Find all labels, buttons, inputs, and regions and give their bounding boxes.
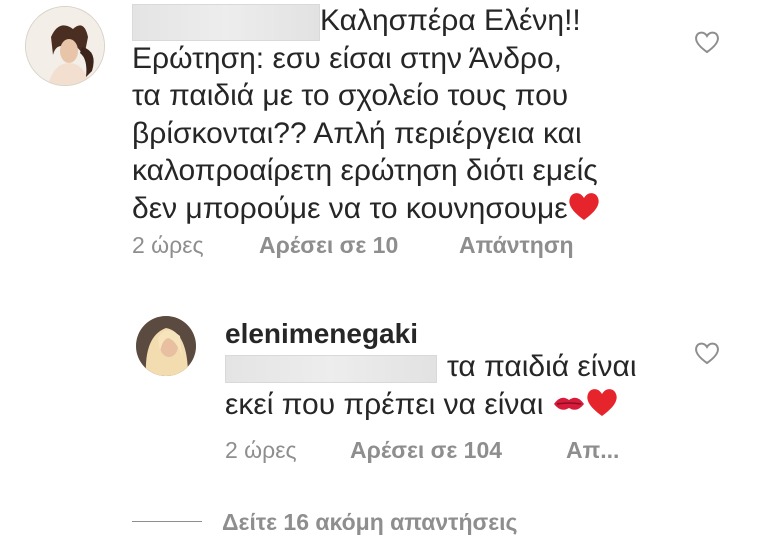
avatar-photo-icon bbox=[136, 316, 196, 376]
comment-text-line-6-text: δεν μπορούμε να το κουνησουμε bbox=[132, 192, 568, 225]
reply-text-line-1: τα παιδιά είναι bbox=[447, 350, 637, 383]
comment-text-line-2: Ερώτηση: εσυ είσαι στην Άνδρο, bbox=[132, 42, 563, 75]
like-heart-icon[interactable] bbox=[694, 341, 720, 365]
red-heart-emoji bbox=[587, 389, 617, 416]
view-more-replies-button[interactable]: Δείτε 16 ακόμη απαντήσεις bbox=[222, 509, 518, 536]
view-replies-divider bbox=[132, 521, 202, 522]
reply-button[interactable]: Απάντηση bbox=[459, 232, 574, 259]
reply-author-username[interactable]: elenimenegaki bbox=[225, 318, 418, 350]
comment-text-line-5: καλοπροαίρετη ερώτηση διότι εμείς bbox=[132, 154, 598, 187]
reply-author-avatar[interactable] bbox=[136, 316, 196, 376]
comment-time: 2 ώρες bbox=[132, 232, 204, 258]
reply-time: 2 ώρες bbox=[225, 437, 297, 463]
reply-likes-count-link[interactable]: Αρέσει σε 104 bbox=[350, 437, 502, 464]
comment-text-line-1: Καλησπέρα Ελένη!! bbox=[320, 4, 581, 37]
reply-text-line-2: εκεί που πρέπει να είναι bbox=[225, 386, 618, 424]
likes-count-link[interactable]: Αρέσει σε 10 bbox=[259, 232, 398, 259]
reply-text-line-2-text: εκεί που πρέπει να είναι bbox=[225, 388, 544, 421]
commenter-avatar[interactable] bbox=[25, 6, 105, 86]
red-heart-emoji bbox=[568, 193, 599, 220]
comment-text-line-4: βρίσκονται?? Απλή περιέργεια και bbox=[132, 117, 582, 150]
kiss-mark-emoji bbox=[553, 397, 584, 410]
comment-text-line-3: τα παιδιά με το σχολείο τους που bbox=[132, 79, 569, 112]
like-heart-icon[interactable] bbox=[694, 30, 720, 54]
comment-text-line-6: δεν μπορούμε να το κουνησουμε bbox=[132, 190, 600, 228]
username-redacted bbox=[132, 4, 320, 41]
mention-redacted bbox=[225, 355, 437, 383]
avatar-illustration-icon bbox=[26, 7, 104, 85]
reply-reply-button[interactable]: Απ... bbox=[566, 437, 619, 464]
